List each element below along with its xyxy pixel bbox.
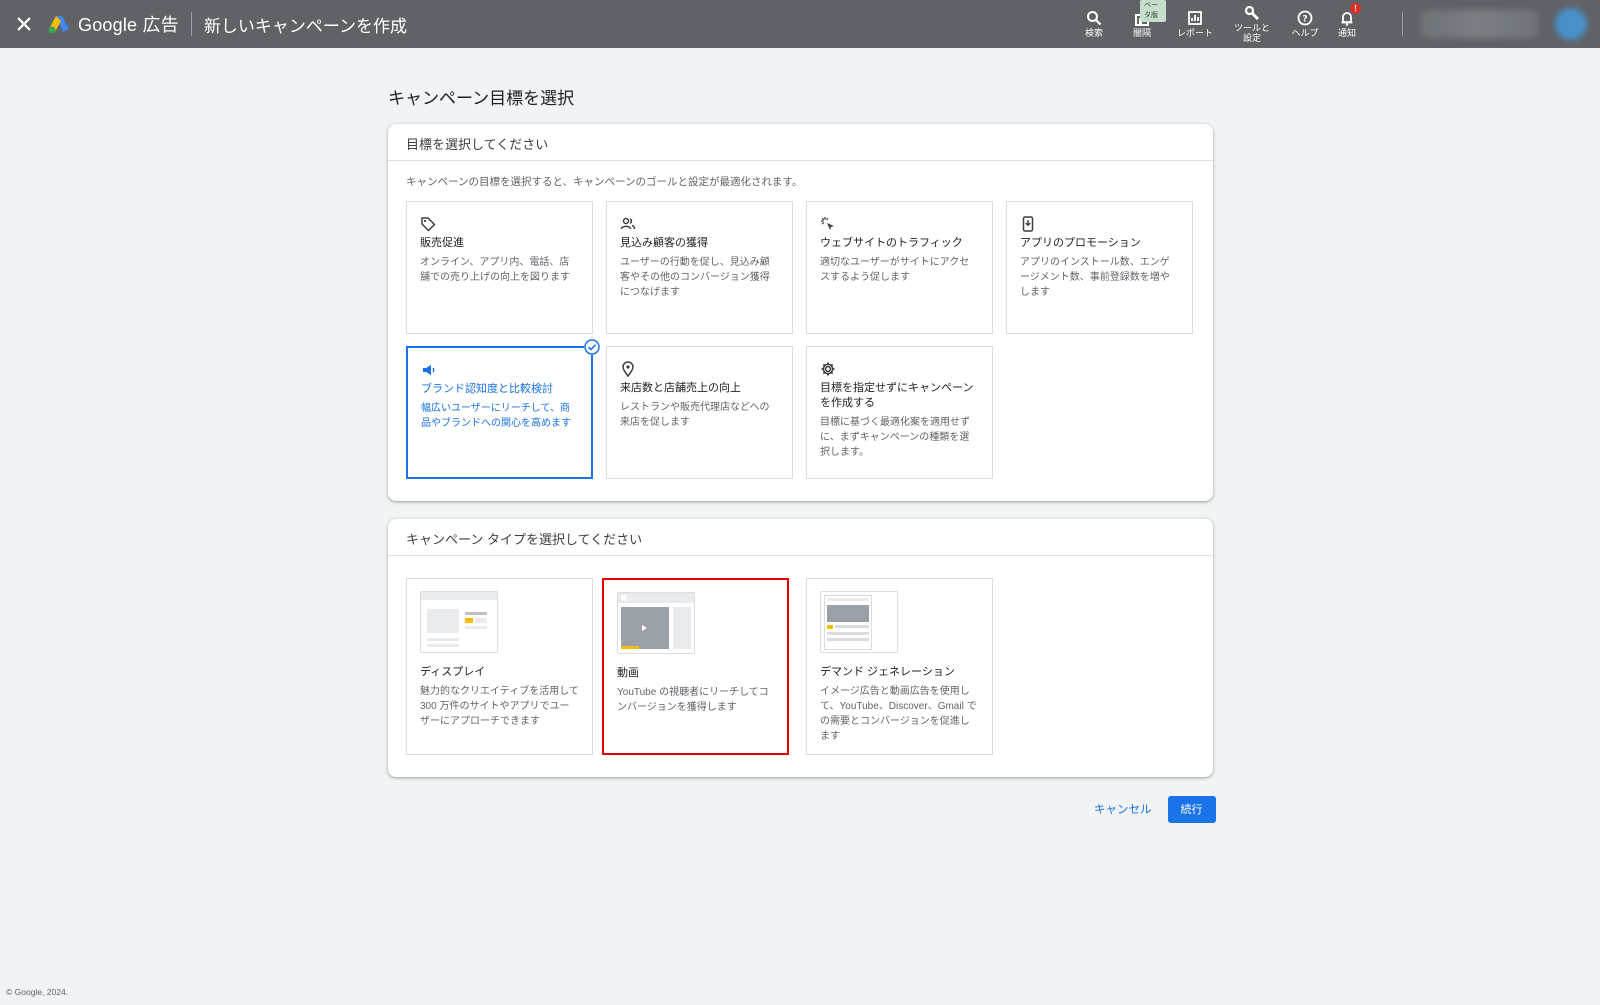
nav-appearance-label: 闇隔 — [1132, 28, 1151, 38]
nav-appearance[interactable]: ベータ版 闇隔 — [1118, 0, 1166, 48]
beta-badge: ベータ版 — [1140, 0, 1166, 22]
goals-panel: 目標を選択してください キャンペーンの目標を選択すると、キャンペーンのゴールと設… — [388, 124, 1213, 501]
display-thumbnail — [420, 591, 498, 653]
goal-card-title: 目標を指定せずにキャンペーンを作成する — [820, 382, 974, 409]
goals-panel-description: キャンペーンの目標を選択すると、キャンペーンのゴールと設定が最適化されます。 — [406, 176, 803, 188]
account-info[interactable] — [1420, 10, 1538, 38]
header-divider — [190, 12, 192, 36]
notification-badge: ! — [1350, 3, 1361, 14]
goals-panel-heading: 目標を選択してください — [388, 124, 1213, 161]
close-button[interactable] — [0, 0, 48, 48]
megaphone-icon — [423, 365, 435, 375]
goal-card-title: 見込み顧客の獲得 — [620, 237, 708, 249]
reports-icon — [1188, 11, 1202, 25]
click-icon — [821, 217, 834, 230]
copyright: © Google, 2024. — [6, 987, 69, 997]
close-icon — [17, 17, 31, 31]
product-name: Google 広告 — [78, 15, 179, 35]
type-card-display[interactable]: ディスプレイ 魅力的なクリエイティブを活用して 300 万件のサイトやアプリでユ… — [406, 578, 593, 755]
cancel-button[interactable]: キャンセル — [1090, 795, 1156, 823]
demand-gen-thumbnail — [820, 591, 898, 653]
goal-card-desc: 適切なユーザーがサイトにアクセスするよう促します — [820, 257, 970, 283]
type-card-title: 動画 — [617, 667, 639, 679]
type-card-title: ディスプレイ — [420, 666, 486, 678]
nav-help[interactable]: ? ヘルプ — [1280, 0, 1330, 48]
goal-card-title: アプリのプロモーション — [1020, 237, 1141, 249]
nav-tools-label: ツールと 設定 — [1233, 23, 1270, 43]
type-card-demand-gen[interactable]: デマンド ジェネレーション イメージ広告と動画広告を使用して、YouTube、D… — [806, 578, 993, 755]
campaign-types-heading: キャンペーン タイプを選択してください — [388, 519, 1213, 556]
google-ads-logo[interactable]: Google 広告 — [48, 11, 179, 37]
type-card-desc: 魅力的なクリエイティブを活用して 300 万件のサイトやアプリでユーザーにアプロ… — [420, 686, 579, 727]
goal-card-title: ウェブサイトのトラフィック — [820, 237, 963, 249]
nav-tools[interactable]: ツールと 設定 — [1224, 0, 1280, 48]
top-app-bar: Google 広告 新しいキャンペーンを作成 検索 ベータ版 闇隔 レポート ツ… — [0, 0, 1600, 48]
nav-help-label: ヘルプ — [1291, 28, 1319, 38]
phone-download-icon — [1022, 216, 1034, 232]
goal-card-sales[interactable]: 販売促進 オンライン、アプリ内、電話、店舗での売り上げの向上を図ります — [406, 201, 593, 334]
goal-card-store-visits[interactable]: 来店数と店舗売上の向上 レストランや販売代理店などへの来店を促します — [606, 346, 793, 479]
continue-button[interactable]: 続行 — [1167, 795, 1216, 823]
goal-card-app[interactable]: アプリのプロモーション アプリのインストール数、エンゲージメント数、事前登録数を… — [1006, 201, 1193, 334]
tools-icon — [1244, 5, 1260, 21]
svg-text:?: ? — [1302, 15, 1307, 25]
goal-card-brand-awareness[interactable]: ブランド認知度と比較検討 幅広いユーザーにリーチして、商品やブランドへの関心を高… — [406, 339, 600, 479]
top-nav: 検索 ベータ版 闇隔 レポート ツールと 設定 ? ヘルプ ! 通知 — [1070, 0, 1364, 48]
nav-reports[interactable]: レポート — [1166, 0, 1224, 48]
type-card-desc: イメージ広告と動画広告を使用して、YouTube、Discover、Gmail … — [820, 686, 977, 742]
nav-notifications-label: 通知 — [1337, 28, 1356, 38]
nav-search[interactable]: 検索 — [1070, 0, 1118, 48]
form-actions: キャンセル 続行 — [1090, 795, 1216, 823]
page-heading: 新しいキャンペーンを作成 — [203, 16, 407, 36]
location-pin-icon — [622, 361, 634, 377]
nav-notifications[interactable]: ! 通知 — [1330, 0, 1364, 48]
video-thumbnail — [617, 592, 695, 654]
avatar[interactable] — [1555, 8, 1587, 40]
help-icon: ? — [1297, 10, 1313, 26]
goal-card-desc: 幅広いユーザーにリーチして、商品やブランドへの関心を高めます — [421, 403, 571, 429]
selected-check-icon — [584, 339, 600, 355]
account-divider — [1402, 12, 1403, 36]
type-card-desc: YouTube の視聴者にリーチしてコンバージョンを獲得します — [617, 687, 769, 713]
play-icon — [642, 625, 647, 631]
type-card-title: デマンド ジェネレーション — [820, 666, 955, 678]
goal-card-desc: ユーザーの行動を促し、見込み顧客やその他のコンバージョン獲得につなげます — [620, 257, 770, 298]
tag-icon — [421, 217, 436, 232]
goal-card-title: 販売促進 — [420, 237, 464, 249]
gear-icon — [821, 362, 835, 376]
people-icon — [620, 217, 636, 230]
goal-card-title: ブランド認知度と比較検討 — [421, 383, 553, 395]
goal-card-leads[interactable]: 見込み顧客の獲得 ユーザーの行動を促し、見込み顧客やその他のコンバージョン獲得に… — [606, 201, 793, 334]
goal-card-traffic[interactable]: ウェブサイトのトラフィック 適切なユーザーがサイトにアクセスするよう促します — [806, 201, 993, 334]
goal-card-desc: アプリのインストール数、エンゲージメント数、事前登録数を増やします — [1020, 257, 1170, 298]
google-ads-logo-icon — [48, 16, 69, 34]
goal-card-desc: オンライン、アプリ内、電話、店舗での売り上げの向上を図ります — [420, 257, 570, 283]
search-icon — [1087, 11, 1102, 26]
campaign-types-panel: キャンペーン タイプを選択してください ディスプレイ 魅力的なクリエイティブを活… — [388, 519, 1213, 777]
goal-card-desc: 目標に基づく最適化案を適用せずに、まずキャンペーンの種類を選択します。 — [820, 417, 970, 458]
type-card-video[interactable]: 動画 YouTube の視聴者にリーチしてコンバージョンを獲得します — [602, 578, 789, 755]
nav-search-label: 検索 — [1084, 28, 1103, 38]
page-title: キャンペーン目標を選択 — [388, 89, 575, 108]
nav-reports-label: レポート — [1176, 28, 1213, 38]
goal-card-title: 来店数と店舗売上の向上 — [620, 382, 741, 394]
goal-card-no-goal[interactable]: 目標を指定せずにキャンペーンを作成する 目標に基づく最適化案を適用せずに、まずキ… — [806, 346, 993, 479]
goal-card-desc: レストランや販売代理店などへの来店を促します — [620, 402, 770, 428]
